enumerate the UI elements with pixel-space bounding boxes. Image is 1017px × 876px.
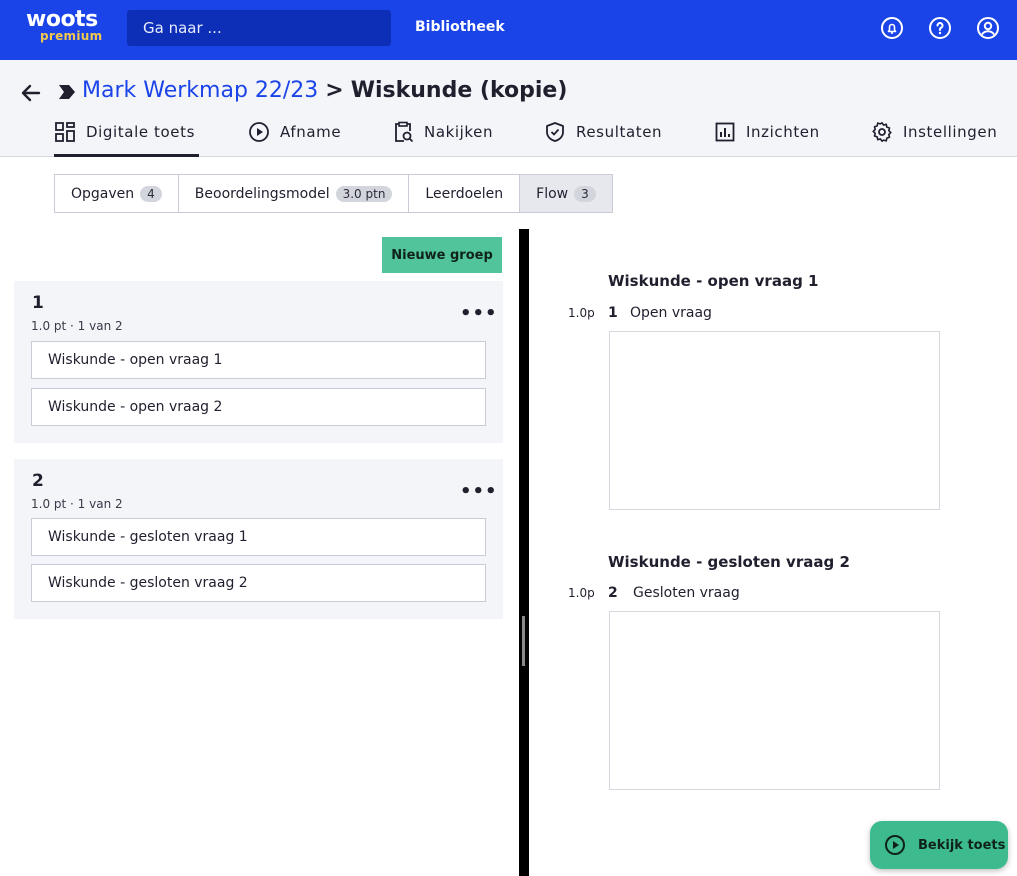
- clipboard-search-icon: [395, 121, 414, 143]
- logo-subtext: premium: [40, 29, 103, 43]
- tab-resultaten[interactable]: Resultaten: [544, 120, 662, 157]
- breadcrumb-parent-link[interactable]: Mark Werkmap 22/23: [82, 78, 318, 103]
- subtab-beoordelingsmodel[interactable]: Beoordelingsmodel 3.0 ptn: [178, 175, 410, 212]
- group-question-item[interactable]: Wiskunde - gesloten vraag 1: [31, 518, 486, 556]
- new-group-button[interactable]: Nieuwe groep: [382, 237, 502, 273]
- subtab-leerdoelen[interactable]: Leerdoelen: [409, 175, 521, 212]
- subtab-flow[interactable]: Flow 3: [520, 175, 612, 212]
- group-number: 2: [32, 471, 44, 491]
- group-question-item[interactable]: Wiskunde - gesloten vraag 2: [31, 564, 486, 602]
- question-title: Wiskunde - open vraag 1: [608, 272, 819, 290]
- question-number: 1: [608, 305, 618, 321]
- flow-group: 1 1.0 pt · 1 van 2 ••• Wiskunde - open v…: [14, 281, 503, 443]
- back-arrow-icon[interactable]: [20, 82, 42, 104]
- account-icon[interactable]: [976, 16, 1000, 40]
- more-options-icon[interactable]: •••: [460, 305, 498, 323]
- main-tabs: Digitale toets Afname Nakijken Resultate…: [0, 120, 1017, 157]
- subtab-label: Flow: [536, 185, 569, 202]
- group-number: 1: [32, 293, 44, 313]
- group-question-item[interactable]: Wiskunde - open vraag 2: [31, 388, 486, 426]
- more-options-icon[interactable]: •••: [460, 483, 498, 501]
- tab-label: Instellingen: [903, 123, 998, 141]
- tab-afname[interactable]: Afname: [248, 120, 341, 157]
- subtab-opgaven[interactable]: Opgaven 4: [55, 175, 179, 212]
- play-icon: [885, 835, 905, 855]
- page-header: Mark Werkmap 22/23 > Wiskunde (kopie) Di…: [0, 60, 1017, 157]
- question-title: Wiskunde - gesloten vraag 2: [608, 553, 850, 571]
- gear-icon: [872, 122, 892, 142]
- tab-label: Nakijken: [424, 123, 494, 141]
- help-icon[interactable]: [928, 16, 952, 40]
- library-link[interactable]: Bibliotheek: [415, 19, 505, 35]
- question-type: Open vraag: [630, 305, 712, 321]
- resize-handle[interactable]: [522, 616, 525, 666]
- tab-label: Afname: [280, 123, 342, 141]
- question-number: 2: [608, 585, 618, 601]
- top-bar: woots premium Bibliotheek: [0, 0, 1017, 60]
- count-badge: 4: [140, 185, 162, 202]
- grid-icon: [55, 122, 75, 142]
- subtab-label: Beoordelingsmodel: [194, 185, 330, 202]
- subtab-label: Opgaven: [71, 185, 135, 202]
- breadcrumb-separator: >: [325, 78, 344, 103]
- play-icon: [249, 122, 269, 142]
- page-title: Wiskunde (kopie): [350, 78, 568, 103]
- bar-chart-icon: [715, 122, 735, 142]
- bell-icon[interactable]: [880, 16, 904, 40]
- panel-divider[interactable]: [519, 229, 529, 876]
- tab-label: Inzichten: [746, 123, 820, 141]
- points-badge: 3.0 ptn: [335, 185, 393, 202]
- group-question-item[interactable]: Wiskunde - open vraag 1: [31, 341, 486, 379]
- woots-logo[interactable]: woots premium: [26, 8, 106, 48]
- view-test-button[interactable]: Bekijk toets: [870, 821, 1008, 869]
- tab-digitale-toets[interactable]: Digitale toets: [54, 120, 199, 157]
- question-points: 1.0p: [568, 306, 595, 320]
- view-test-label: Bekijk toets: [918, 837, 1006, 853]
- tab-inzichten[interactable]: Inzichten: [714, 120, 820, 157]
- flow-group: 2 1.0 pt · 1 van 2 ••• Wiskunde - geslot…: [14, 459, 503, 619]
- group-meta: 1.0 pt · 1 van 2: [31, 319, 123, 333]
- question-type: Gesloten vraag: [633, 585, 740, 601]
- search-input[interactable]: [127, 10, 391, 46]
- question-points: 1.0p: [568, 586, 595, 600]
- answer-box[interactable]: [609, 611, 940, 790]
- folder-tag-icon: [59, 85, 75, 99]
- breadcrumb: Mark Werkmap 22/23 > Wiskunde (kopie): [82, 78, 567, 103]
- sub-tabs: Opgaven 4 Beoordelingsmodel 3.0 ptn Leer…: [54, 174, 613, 213]
- count-badge: 3: [574, 185, 596, 202]
- tab-instellingen[interactable]: Instellingen: [871, 120, 997, 157]
- answer-box[interactable]: [609, 331, 940, 510]
- group-meta: 1.0 pt · 1 van 2: [31, 497, 123, 511]
- tab-label: Digitale toets: [86, 123, 196, 141]
- tab-nakijken[interactable]: Nakijken: [392, 120, 493, 157]
- tab-label: Resultaten: [576, 123, 663, 141]
- subtab-label: Leerdoelen: [425, 185, 504, 202]
- shield-check-icon: [546, 122, 564, 142]
